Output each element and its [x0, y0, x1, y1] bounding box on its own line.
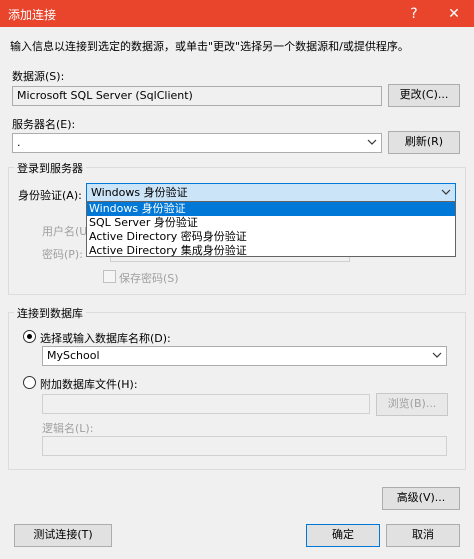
datasource-field: Microsoft SQL Server (SqlClient): [12, 86, 382, 106]
cancel-button[interactable]: 取消: [386, 524, 460, 547]
auth-option-ad-integrated[interactable]: Active Directory 集成身份验证: [87, 244, 455, 258]
database-group-label: 连接到数据库: [14, 305, 86, 321]
test-connection-button[interactable]: 测试连接(T): [14, 524, 112, 547]
auth-label: 身份验证(A):: [18, 189, 82, 202]
server-combobox[interactable]: .: [12, 133, 382, 153]
advanced-button[interactable]: 高级(V)...: [382, 487, 460, 510]
chevron-down-icon[interactable]: [432, 350, 442, 360]
browse-button[interactable]: 浏览(B)...: [376, 393, 448, 416]
ok-button[interactable]: 确定: [306, 524, 380, 547]
server-value: .: [17, 136, 21, 149]
instruction-text: 输入信息以连接到选定的数据源，或单击"更改"选择另一个数据源和/或提供程序。: [10, 40, 409, 53]
logical-name-input[interactable]: [42, 436, 447, 456]
chevron-down-icon[interactable]: [367, 137, 377, 147]
database-value: MySchool: [47, 349, 100, 362]
refresh-button[interactable]: 刷新(R): [388, 131, 460, 154]
save-password-checkbox[interactable]: [103, 270, 116, 283]
window-title: 添加连接: [8, 8, 57, 22]
password-label: 密码(P):: [42, 248, 83, 261]
auth-option-windows[interactable]: Windows 身份验证: [87, 202, 455, 216]
server-label: 服务器名(E):: [12, 118, 76, 131]
close-button[interactable]: ✕: [436, 0, 472, 27]
help-button[interactable]: ?: [396, 0, 432, 27]
change-button[interactable]: 更改(C)...: [388, 84, 460, 107]
database-combobox[interactable]: MySchool: [42, 346, 447, 366]
login-group-label: 登录到服务器: [14, 160, 86, 176]
auth-value: Windows 身份验证: [91, 186, 188, 199]
attach-file-input[interactable]: [42, 394, 370, 414]
select-db-radio[interactable]: [23, 330, 36, 343]
chevron-down-icon[interactable]: [441, 187, 451, 197]
auth-combobox[interactable]: Windows 身份验证: [86, 183, 456, 203]
logical-name-label: 逻辑名(L):: [42, 422, 94, 435]
save-password-label: 保存密码(S): [119, 272, 179, 285]
auth-option-sql[interactable]: SQL Server 身份验证: [87, 216, 455, 230]
title-bar: 添加连接 ? ✕: [0, 0, 474, 27]
auth-option-ad-password[interactable]: Active Directory 密码身份验证: [87, 230, 455, 244]
auth-dropdown-list: Windows 身份验证 SQL Server 身份验证 Active Dire…: [86, 201, 456, 257]
attach-db-label: 附加数据库文件(H):: [40, 378, 138, 391]
select-db-label: 选择或输入数据库名称(D):: [40, 332, 171, 345]
attach-db-radio[interactable]: [23, 376, 36, 389]
datasource-label: 数据源(S):: [12, 70, 65, 83]
